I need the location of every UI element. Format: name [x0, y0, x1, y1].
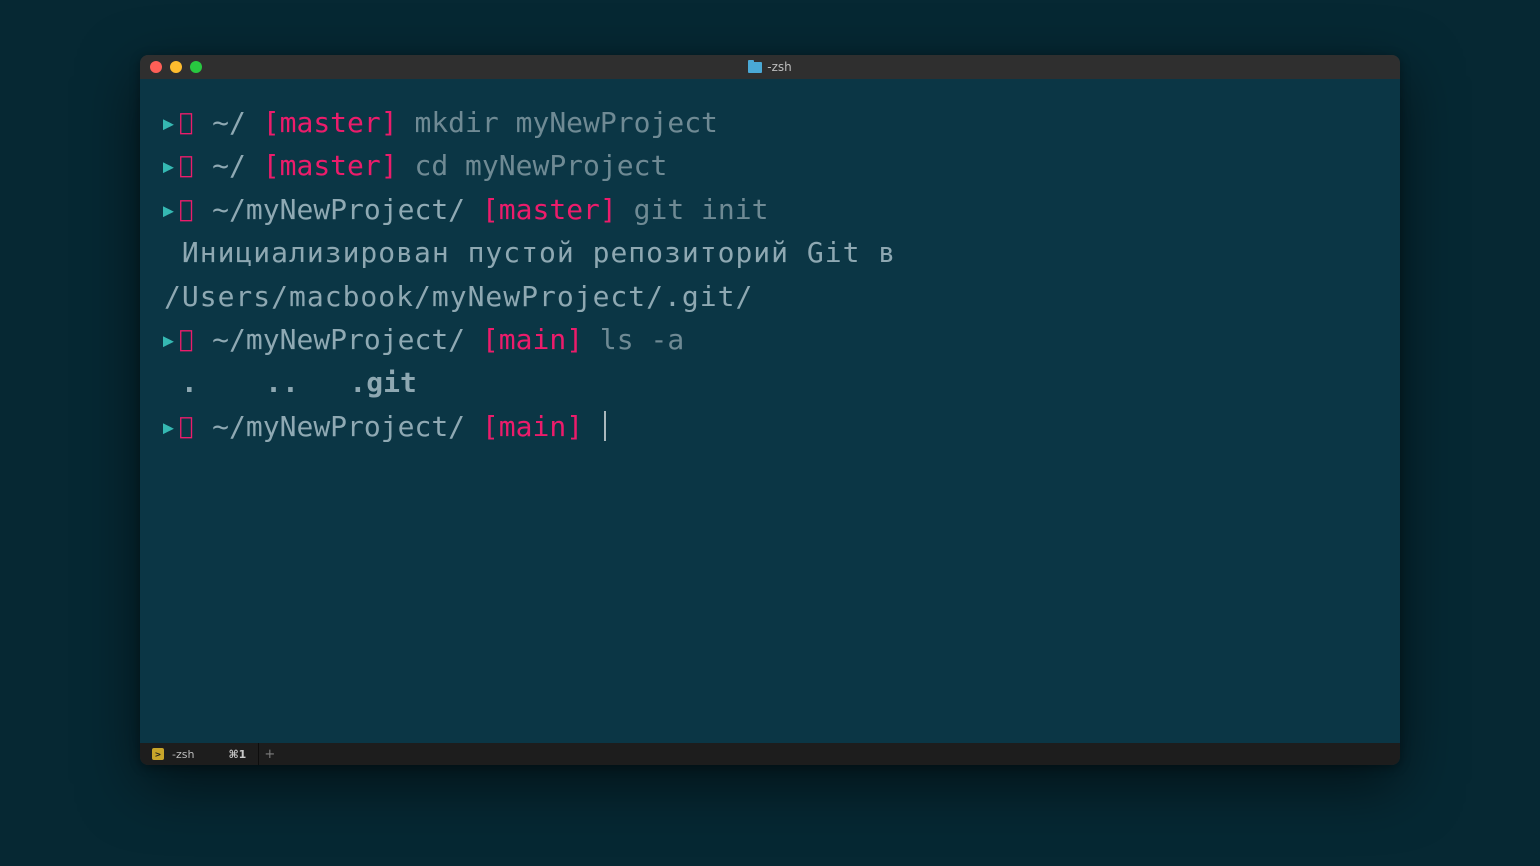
window-title-container: -zsh [140, 60, 1400, 74]
prompt-branch: [main] [482, 323, 583, 356]
prompt-command: git init [634, 193, 769, 226]
prompt-line: ▸ ~/ [master] mkdir myNewProject [160, 101, 1380, 144]
ls-output-text: . .. .git [164, 366, 417, 399]
minimize-button[interactable] [170, 61, 182, 73]
prompt-path: ~/myNewProject/ [212, 323, 465, 356]
terminal-tab[interactable]: > -zsh ⌘1 [140, 743, 258, 765]
folder-icon [748, 62, 762, 73]
command-output-text: Инициализирован пустой репозиторий Git в… [164, 236, 914, 312]
close-button[interactable] [150, 61, 162, 73]
tab-shortcut: ⌘1 [228, 748, 246, 761]
prompt-branch: [main] [482, 410, 583, 443]
plus-icon: + [264, 747, 275, 762]
prompt-line: ▸ ~/myNewProject/ [master] git init [160, 188, 1380, 231]
prompt-arrow-icon: ▸ [160, 410, 177, 443]
traffic-lights [140, 61, 202, 73]
prompt-branch: [master] [482, 193, 617, 226]
apple-icon:  [179, 108, 193, 136]
terminal-body[interactable]: ▸ ~/ [master] mkdir myNewProject▸ ~/ [… [140, 79, 1400, 743]
prompt-path: ~/myNewProject/ [212, 193, 465, 226]
prompt-branch: [master] [263, 106, 398, 139]
prompt-arrow-icon: ▸ [160, 149, 177, 182]
prompt-line: ▸ ~/myNewProject/ [main] ls -a [160, 318, 1380, 361]
prompt-branch: [master] [263, 149, 398, 182]
new-tab-button[interactable]: + [258, 743, 280, 765]
apple-icon:  [179, 151, 193, 179]
prompt-arrow-icon: ▸ [160, 193, 177, 226]
tab-bar: > -zsh ⌘1 + [140, 743, 1400, 765]
prompt-line: ▸ ~/ [master] cd myNewProject [160, 144, 1380, 187]
prompt-command: cd myNewProject [414, 149, 667, 182]
prompt-line: ▸ ~/myNewProject/ [main] [160, 405, 1380, 448]
prompt-arrow-icon: ▸ [160, 323, 177, 356]
apple-icon:  [179, 195, 193, 223]
prompt-command: ls -a [600, 323, 684, 356]
prompt-path: ~/ [212, 149, 246, 182]
terminal-tab-icon: > [152, 748, 164, 760]
window-title: -zsh [767, 60, 792, 74]
output-line: . .. .git [160, 361, 1380, 404]
prompt-path: ~/myNewProject/ [212, 410, 465, 443]
terminal-window: -zsh ▸ ~/ [master] mkdir myNewProject▸… [140, 55, 1400, 765]
apple-icon:  [179, 412, 193, 440]
tab-label: -zsh [172, 748, 194, 761]
prompt-command: mkdir myNewProject [414, 106, 717, 139]
prompt-path: ~/ [212, 106, 246, 139]
cursor [604, 411, 606, 441]
output-line: Инициализирован пустой репозиторий Git в… [160, 231, 1380, 318]
window-titlebar: -zsh [140, 55, 1400, 79]
maximize-button[interactable] [190, 61, 202, 73]
prompt-arrow-icon: ▸ [160, 106, 177, 139]
apple-icon:  [179, 325, 193, 353]
